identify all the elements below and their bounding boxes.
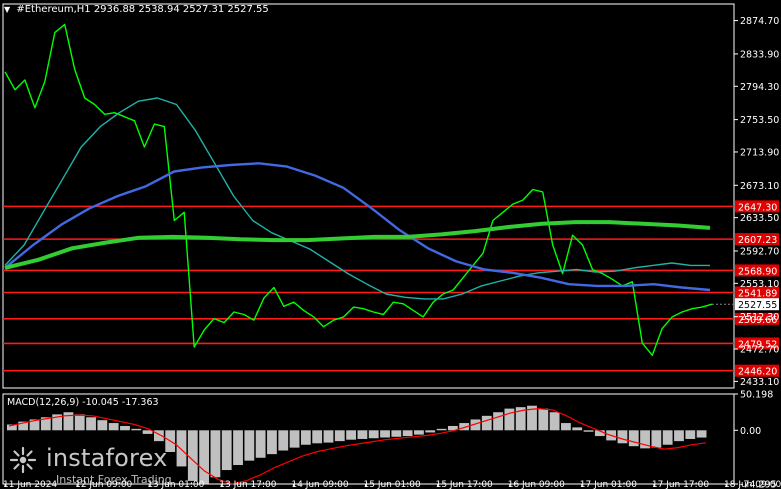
y-tick-label: 2633.50 [740, 213, 779, 224]
macd-histogram-bar [628, 430, 639, 447]
macd-histogram-bar [278, 430, 289, 451]
macd-histogram-bar [617, 430, 628, 444]
macd-histogram-bar [74, 414, 85, 431]
chart-header: ▼ #Ethereum,H1 2936.88 2538.94 2527.31 2… [4, 4, 269, 15]
macd-histogram-bar [244, 430, 255, 461]
macd-histogram-bar [481, 415, 492, 431]
macd-histogram-bar [233, 430, 243, 465]
macd-histogram-bar [493, 412, 503, 431]
y-tick-label: 2472.70 [740, 345, 779, 356]
macd-y-tick-label: 0.00 [740, 426, 761, 437]
macd-histogram-bar [221, 430, 232, 471]
macd-histogram-bar [120, 425, 130, 431]
macd-histogram-bar [674, 430, 684, 442]
macd-histogram-bar [86, 417, 96, 431]
macd-histogram-bar [187, 430, 198, 481]
y-tick-label: 2794.30 [740, 82, 779, 93]
macd-histogram-bar [255, 430, 266, 458]
macd-histogram-bar [425, 430, 436, 433]
macd-histogram-bar [696, 430, 707, 438]
macd-histogram-bar [685, 430, 696, 439]
macd-histogram-bar [346, 430, 356, 440]
macd-histogram-bar [549, 412, 560, 431]
y-tick-label: 2553.10 [740, 279, 779, 290]
macd-y-tick-label: 50.198 [740, 390, 773, 401]
y-tick-label: 2512.30 [740, 312, 779, 323]
y-tick-label: 2592.70 [740, 246, 779, 257]
trading-chart: MACD(12,26,9) -10.045 -17.363 2647.30 260… [0, 0, 781, 489]
x-tick-label: 12 Jun 09:00 [75, 480, 132, 489]
y-tick-label: 2713.90 [740, 147, 779, 158]
macd-histogram-bar [380, 430, 390, 438]
macd-histogram-bar [651, 430, 662, 448]
macd-histogram-bar [323, 430, 334, 443]
macd-histogram-bar [289, 430, 300, 448]
x-tick-label: 17 Jun 17:00 [652, 480, 709, 489]
macd-histogram-bar [561, 423, 571, 431]
macd-histogram-bar [312, 430, 323, 444]
dropdown-triangle-icon[interactable]: ▼ [4, 5, 10, 14]
macd-histogram-bar [131, 428, 142, 431]
y-tick-label: 2833.90 [740, 49, 779, 60]
y-tick-label: 2753.50 [740, 115, 779, 126]
y-tick-label: 2673.10 [740, 181, 779, 192]
macd-histogram-bar [414, 430, 424, 435]
x-tick-label: 13 Jun 01:00 [147, 480, 204, 489]
x-tick-label: 15 Jun 01:00 [364, 480, 421, 489]
macd-histogram-bar [97, 420, 108, 431]
x-tick-label: 13 Jun 17:00 [219, 480, 276, 489]
macd-title: MACD(12,26,9) -10.045 -17.363 [7, 397, 159, 408]
macd-histogram-bar [662, 430, 673, 445]
macd-histogram-bar [357, 430, 368, 439]
macd-histogram-bar [538, 408, 549, 431]
current-price-label: 2527.55 [738, 300, 777, 311]
macd-histogram-bar [572, 427, 583, 431]
macd-histogram-bar [504, 408, 515, 431]
y-tick-label: 2433.10 [740, 377, 779, 388]
x-tick-label: 15 Jun 17:00 [436, 480, 493, 489]
level-price-label: 2541.89 [738, 288, 777, 299]
chart-background [0, 0, 781, 489]
macd-histogram-bar [334, 430, 345, 442]
macd-histogram-bar [402, 430, 413, 437]
macd-histogram-bar [368, 430, 379, 439]
macd-histogram-bar [176, 430, 187, 467]
macd-histogram-bar [267, 430, 277, 455]
x-tick-label: 16 Jun 09:00 [508, 480, 565, 489]
y-tick-label: 2874.70 [740, 16, 779, 27]
x-tick-label: 14 Jun 09:00 [291, 480, 348, 489]
macd-histogram-bar [210, 430, 221, 478]
macd-histogram-bar [108, 423, 119, 431]
level-price-label: 2647.30 [738, 202, 777, 213]
level-price-label: 2607.23 [738, 235, 777, 246]
level-price-label: 2568.90 [738, 266, 777, 277]
macd-histogram-bar [199, 430, 210, 484]
x-tick-label: 17 Jun 01:00 [580, 480, 637, 489]
macd-histogram-bar [300, 430, 311, 445]
macd-histogram-bar [583, 430, 594, 432]
macd-histogram-bar [436, 428, 447, 431]
symbol-ohlc-label: #Ethereum,H1 2936.88 2538.94 2527.31 252… [16, 4, 269, 15]
macd-y-tick-label: -74.295 [740, 480, 777, 489]
macd-histogram-bar [391, 430, 402, 437]
x-tick-label: 11 Jun 2024 [3, 480, 57, 489]
